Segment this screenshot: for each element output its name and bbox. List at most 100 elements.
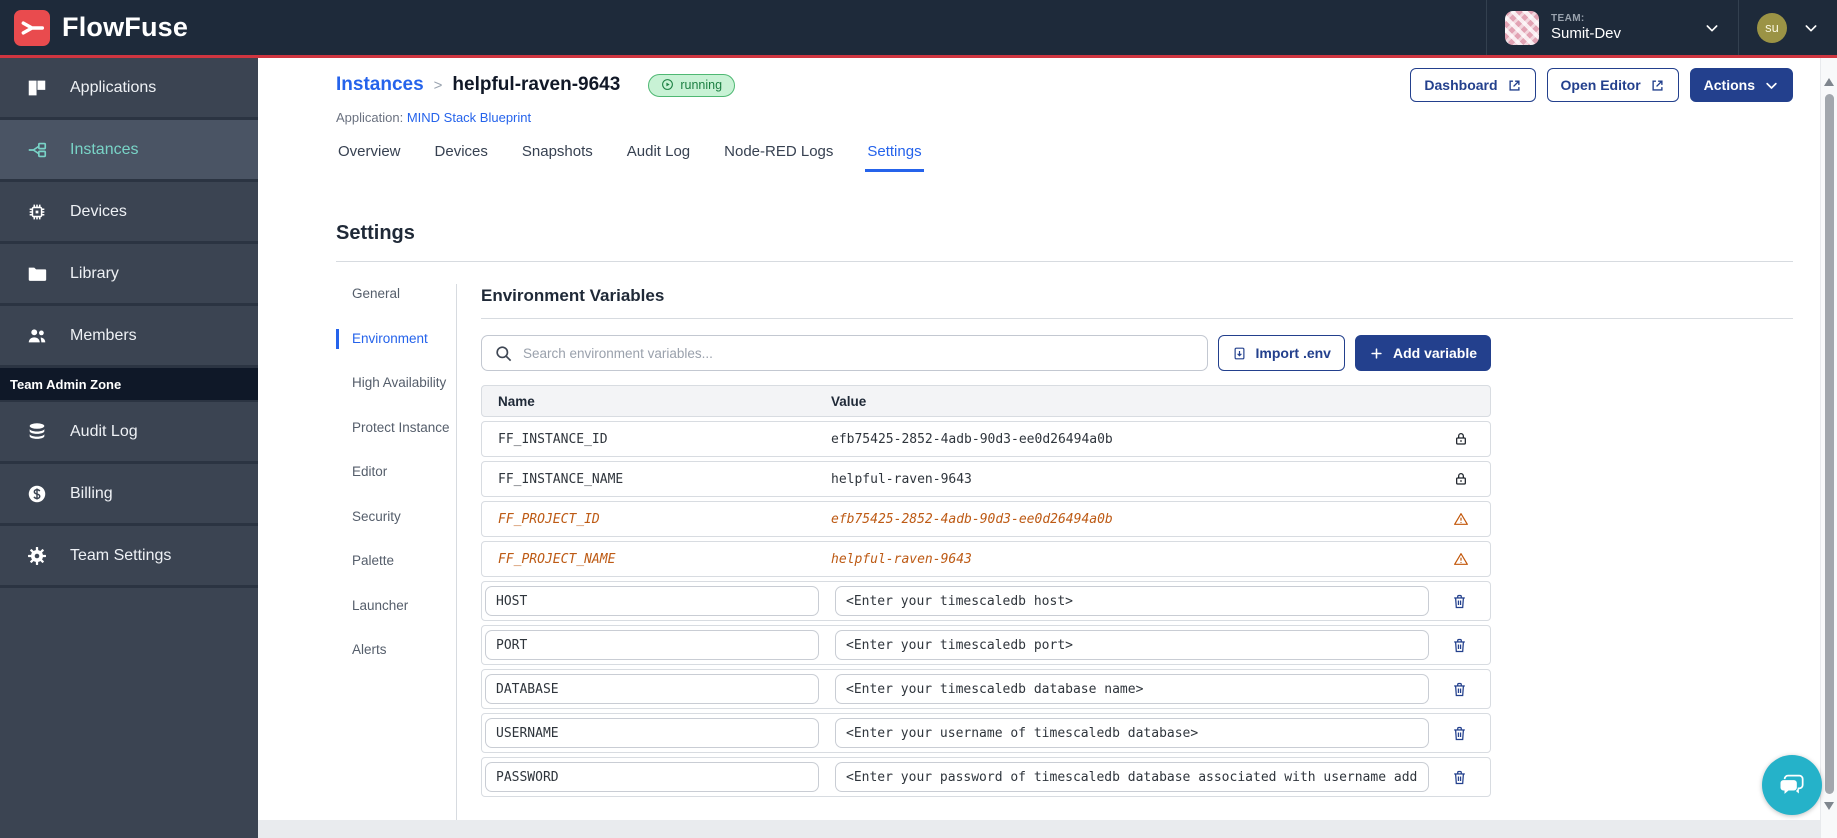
chevron-down-icon [1706, 24, 1718, 31]
env-table-header: Name Value [481, 385, 1491, 417]
tab[interactable]: Settings [865, 141, 924, 172]
settings-subnav-item[interactable]: Launcher [336, 596, 456, 617]
settings-subnav-item[interactable]: Security [336, 507, 456, 528]
env-var-value-input[interactable] [835, 674, 1429, 704]
sidebar-item-applications[interactable]: Applications [0, 58, 258, 120]
settings-subnav-item[interactable]: Environment [336, 328, 456, 349]
actions-button-label: Actions [1703, 77, 1755, 93]
user-menu[interactable]: su [1738, 0, 1837, 55]
sidebar-item-library[interactable]: Library [0, 244, 258, 306]
scrollbar[interactable] [1820, 58, 1837, 838]
env-var-value-input[interactable] [835, 586, 1429, 616]
sidebar-item-team-settings[interactable]: Team Settings [0, 526, 258, 588]
env-var-row-deprecated: FF_PROJECT_NAME helpful-raven-9643 [481, 541, 1491, 577]
env-var-name-input[interactable] [485, 762, 819, 792]
sidebar-item-label: Library [70, 264, 119, 282]
breadcrumb-instances-link[interactable]: Instances [336, 74, 424, 96]
divider [481, 318, 1793, 319]
open-editor-button[interactable]: Open Editor [1546, 68, 1679, 102]
application-link[interactable]: MIND Stack Blueprint [407, 110, 531, 125]
env-var-name: FF_PROJECT_NAME [498, 551, 616, 567]
dashboard-button[interactable]: Dashboard [1410, 68, 1536, 102]
sidebar-item-members[interactable]: Members [0, 306, 258, 368]
chat-widget-button[interactable] [1762, 755, 1822, 815]
env-var-name: FF_INSTANCE_NAME [498, 471, 624, 487]
lock-icon [1456, 433, 1466, 445]
bottom-band [258, 820, 1837, 838]
sidebar: Applications Instances Devices Library M… [0, 58, 258, 838]
sidebar-item-label: Instances [70, 140, 139, 158]
chat-icon [1779, 774, 1804, 797]
delete-variable-button[interactable] [1451, 769, 1468, 786]
scroll-up-arrow-icon[interactable] [1824, 78, 1834, 86]
sidebar-item-audit-log[interactable]: Audit Log [0, 402, 258, 464]
column-header-name: Name [498, 393, 535, 409]
flowfuse-logo-icon [14, 9, 50, 46]
env-var-value: efb75425-2852-4adb-90d3-ee0d26494a0b [831, 511, 1113, 527]
open-editor-button-label: Open Editor [1560, 77, 1641, 93]
env-var-value-input[interactable] [835, 762, 1429, 792]
env-var-name-input[interactable] [485, 630, 819, 660]
breadcrumb: Instances > helpful-raven-9643 running D… [336, 68, 1793, 102]
dollar-icon [28, 485, 46, 502]
import-env-label: Import .env [1255, 345, 1331, 361]
instance-name: helpful-raven-9643 [452, 74, 621, 95]
brand[interactable]: FlowFuse [14, 9, 188, 46]
team-label: TEAM: [1551, 12, 1585, 24]
flowfuse-app: FlowFuse TEAM: Sumit-Dev su Applications [0, 0, 1837, 838]
team-selector[interactable]: TEAM: Sumit-Dev [1486, 0, 1738, 55]
instance-tabs: Overview Devices Snapshots Audit Log Nod… [336, 141, 1793, 172]
sidebar-item-instances[interactable]: Instances [0, 120, 258, 182]
delete-variable-button[interactable] [1451, 725, 1468, 742]
actions-button[interactable]: Actions [1689, 68, 1793, 102]
tab[interactable]: Audit Log [625, 141, 692, 172]
settings-subnav: General Environment High Availability Pr… [336, 284, 456, 838]
scroll-down-arrow-icon[interactable] [1824, 802, 1834, 810]
env-var-value-input[interactable] [835, 630, 1429, 660]
sidebar-item-billing[interactable]: Billing [0, 464, 258, 526]
tab[interactable]: Devices [433, 141, 490, 172]
settings-subnav-item[interactable]: General [336, 284, 456, 305]
applications-icon [28, 80, 46, 95]
trash-icon [1454, 770, 1465, 784]
delete-variable-button[interactable] [1451, 593, 1468, 610]
env-var-value-input[interactable] [835, 718, 1429, 748]
delete-variable-button[interactable] [1451, 637, 1468, 654]
external-link-icon [1652, 79, 1663, 91]
instances-icon [28, 142, 47, 157]
tab[interactable]: Snapshots [520, 141, 595, 172]
sidebar-item-devices[interactable]: Devices [0, 182, 258, 244]
env-var-name-input[interactable] [485, 586, 819, 616]
header-right: TEAM: Sumit-Dev su [1486, 0, 1837, 55]
env-var-row-editable [481, 625, 1491, 665]
delete-variable-button[interactable] [1451, 681, 1468, 698]
warning-icon [1454, 513, 1468, 525]
application-label: Application: [336, 110, 404, 125]
lock-icon [1456, 473, 1466, 485]
chevron-down-icon [1766, 82, 1777, 89]
settings-subnav-item[interactable]: Palette [336, 551, 456, 572]
tab[interactable]: Overview [336, 141, 403, 172]
settings-subnav-item[interactable]: High Availability [336, 373, 456, 394]
settings-subnav-item[interactable]: Protect Instance [336, 418, 456, 439]
env-var-name-input[interactable] [485, 674, 819, 704]
import-env-button[interactable]: Import .env [1217, 335, 1345, 371]
page-title: Settings [336, 222, 415, 244]
column-header-value: Value [831, 393, 867, 409]
divider [336, 261, 1793, 262]
folder-icon [28, 267, 47, 281]
database-icon [29, 422, 45, 439]
sidebar-item-label: Team Settings [70, 546, 172, 564]
tab[interactable]: Node-RED Logs [722, 141, 835, 172]
add-variable-button[interactable]: Add variable [1354, 335, 1491, 371]
settings-subnav-item[interactable]: Alerts [336, 640, 456, 661]
sidebar-item-label: Applications [70, 78, 157, 96]
env-var-value: helpful-raven-9643 [831, 551, 972, 567]
settings-subnav-item[interactable]: Editor [336, 462, 456, 483]
sidebar-item-label: Members [70, 326, 137, 344]
env-var-name-input[interactable] [485, 718, 819, 748]
scrollbar-thumb[interactable] [1824, 94, 1834, 794]
external-link-icon [1508, 79, 1520, 91]
search-box [481, 335, 1208, 371]
search-input[interactable] [523, 345, 1195, 361]
